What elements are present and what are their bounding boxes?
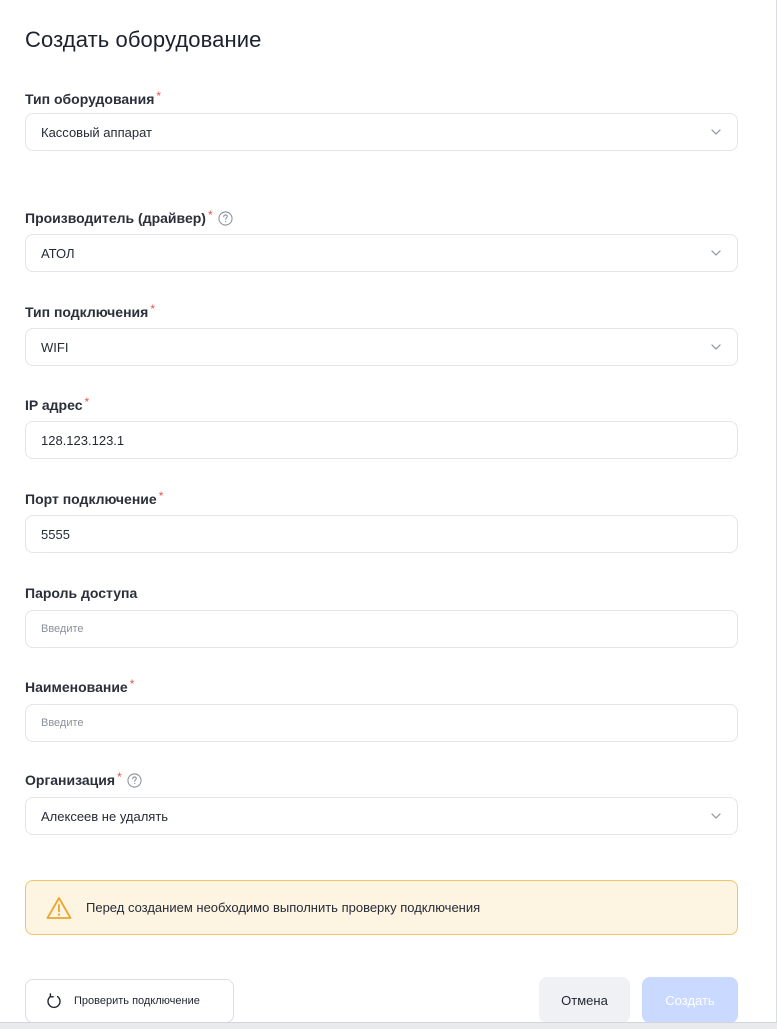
password-input[interactable]: Введите bbox=[25, 610, 738, 648]
chevron-down-icon bbox=[709, 809, 723, 823]
password-label-text: Пароль доступа bbox=[25, 585, 138, 601]
ip-address-input[interactable]: 128.123.123.1 bbox=[25, 421, 738, 459]
required-mark: * bbox=[156, 89, 162, 103]
required-mark: * bbox=[158, 489, 164, 503]
equipment-type-label-text: Тип оборудования bbox=[25, 91, 155, 107]
port-label: Порт подключение * bbox=[25, 489, 164, 507]
organization-select[interactable]: Алексеев не удалять bbox=[25, 797, 738, 835]
required-mark: * bbox=[84, 395, 90, 409]
dialog-title: Создать оборудование bbox=[25, 27, 262, 52]
bottom-divider bbox=[0, 1022, 777, 1029]
required-mark: * bbox=[207, 208, 213, 222]
cancel-button[interactable]: Отмена bbox=[539, 977, 630, 1023]
manufacturer-label-text: Производитель (драйвер) bbox=[25, 210, 206, 226]
password-label: Пароль доступа bbox=[25, 585, 137, 601]
connection-type-label: Тип подключения * bbox=[25, 302, 155, 320]
warning-triangle-icon bbox=[46, 896, 72, 920]
port-input[interactable]: 5555 bbox=[25, 515, 738, 553]
organization-label-text: Организация bbox=[25, 772, 116, 788]
check-connection-button[interactable]: Проверить подключение bbox=[25, 979, 234, 1023]
connection-type-label-text: Тип подключения bbox=[25, 304, 149, 320]
ip-address-value: 128.123.123.1 bbox=[41, 432, 125, 448]
organization-label: Организация * bbox=[25, 770, 142, 788]
required-mark: * bbox=[117, 770, 122, 784]
name-label-text: Наименование bbox=[25, 679, 128, 695]
connection-warning-alert: Перед созданием необходимо выполнить про… bbox=[25, 880, 738, 935]
connection-type-select[interactable]: WIFI bbox=[25, 328, 738, 366]
organization-value: Алексеев не удалять bbox=[41, 808, 169, 824]
chevron-down-icon bbox=[709, 125, 723, 139]
port-value: 5555 bbox=[41, 526, 70, 542]
help-circle-icon[interactable] bbox=[127, 772, 142, 788]
ip-address-label-text: IP адрес bbox=[25, 397, 83, 413]
ip-address-label: IP адрес * bbox=[25, 395, 90, 413]
port-label-text: Порт подключение bbox=[25, 491, 157, 507]
warning-text: Перед созданием необходимо выполнить про… bbox=[86, 900, 481, 915]
create-button[interactable]: Создать bbox=[642, 977, 738, 1023]
manufacturer-select[interactable]: АТОЛ bbox=[25, 234, 738, 272]
chevron-down-icon bbox=[709, 340, 723, 354]
equipment-type-value: Кассовый аппарат bbox=[41, 124, 152, 140]
equipment-type-select[interactable]: Кассовый аппарат bbox=[25, 113, 738, 151]
check-connection-label: Проверить подключение bbox=[74, 995, 200, 1007]
name-label: Наименование * bbox=[25, 677, 135, 695]
name-input[interactable]: Введите bbox=[25, 704, 738, 742]
chevron-down-icon bbox=[709, 246, 723, 260]
connection-type-value: WIFI bbox=[41, 339, 69, 355]
required-mark: * bbox=[129, 677, 135, 691]
required-mark: * bbox=[150, 302, 155, 316]
manufacturer-label: Производитель (драйвер) * bbox=[25, 208, 233, 226]
manufacturer-value: АТОЛ bbox=[41, 245, 75, 261]
password-placeholder: Введите bbox=[41, 623, 84, 635]
refresh-icon bbox=[46, 993, 62, 1009]
name-placeholder: Введите bbox=[41, 717, 84, 729]
equipment-type-label: Тип оборудования * bbox=[25, 89, 162, 107]
help-circle-icon[interactable] bbox=[218, 210, 233, 226]
